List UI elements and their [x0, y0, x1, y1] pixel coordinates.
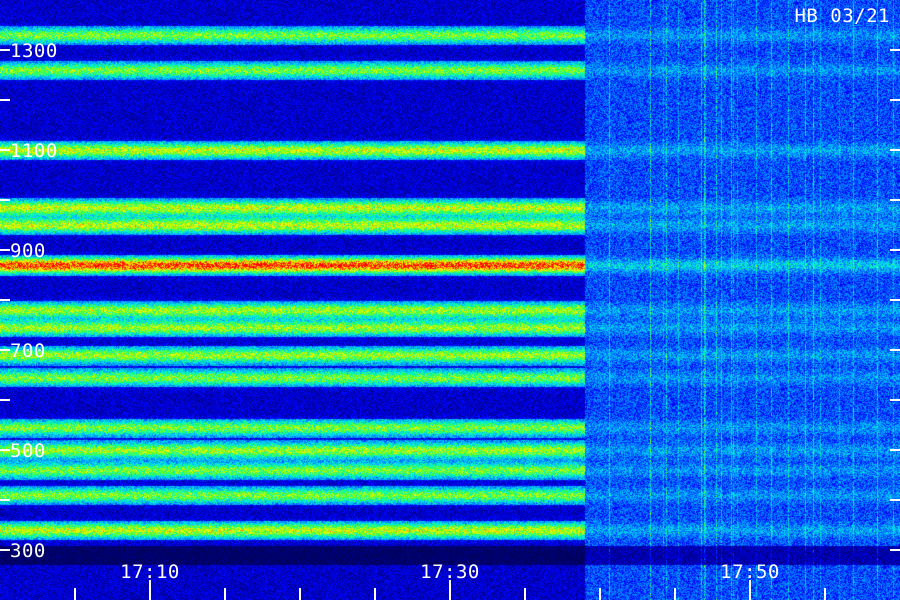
chart-title: HB 03/21	[794, 5, 890, 27]
spectrogram-heatmap	[0, 0, 900, 600]
y-tick-label: 700	[10, 340, 46, 362]
y-tick-label: 1300	[10, 40, 58, 62]
y-tick-label: 300	[10, 540, 46, 562]
y-tick-label: 500	[10, 440, 46, 462]
x-tick-label: 17:10	[120, 561, 180, 583]
x-tick-label: 17:30	[420, 561, 480, 583]
spectrogram-chart: 300 500 700 900 1100 1300 17:10 17:30 17:50 HB …	[0, 0, 900, 600]
y-tick-label: 900	[10, 240, 46, 262]
y-tick-label: 1100	[10, 140, 58, 162]
x-tick-label: 17:50	[720, 561, 780, 583]
